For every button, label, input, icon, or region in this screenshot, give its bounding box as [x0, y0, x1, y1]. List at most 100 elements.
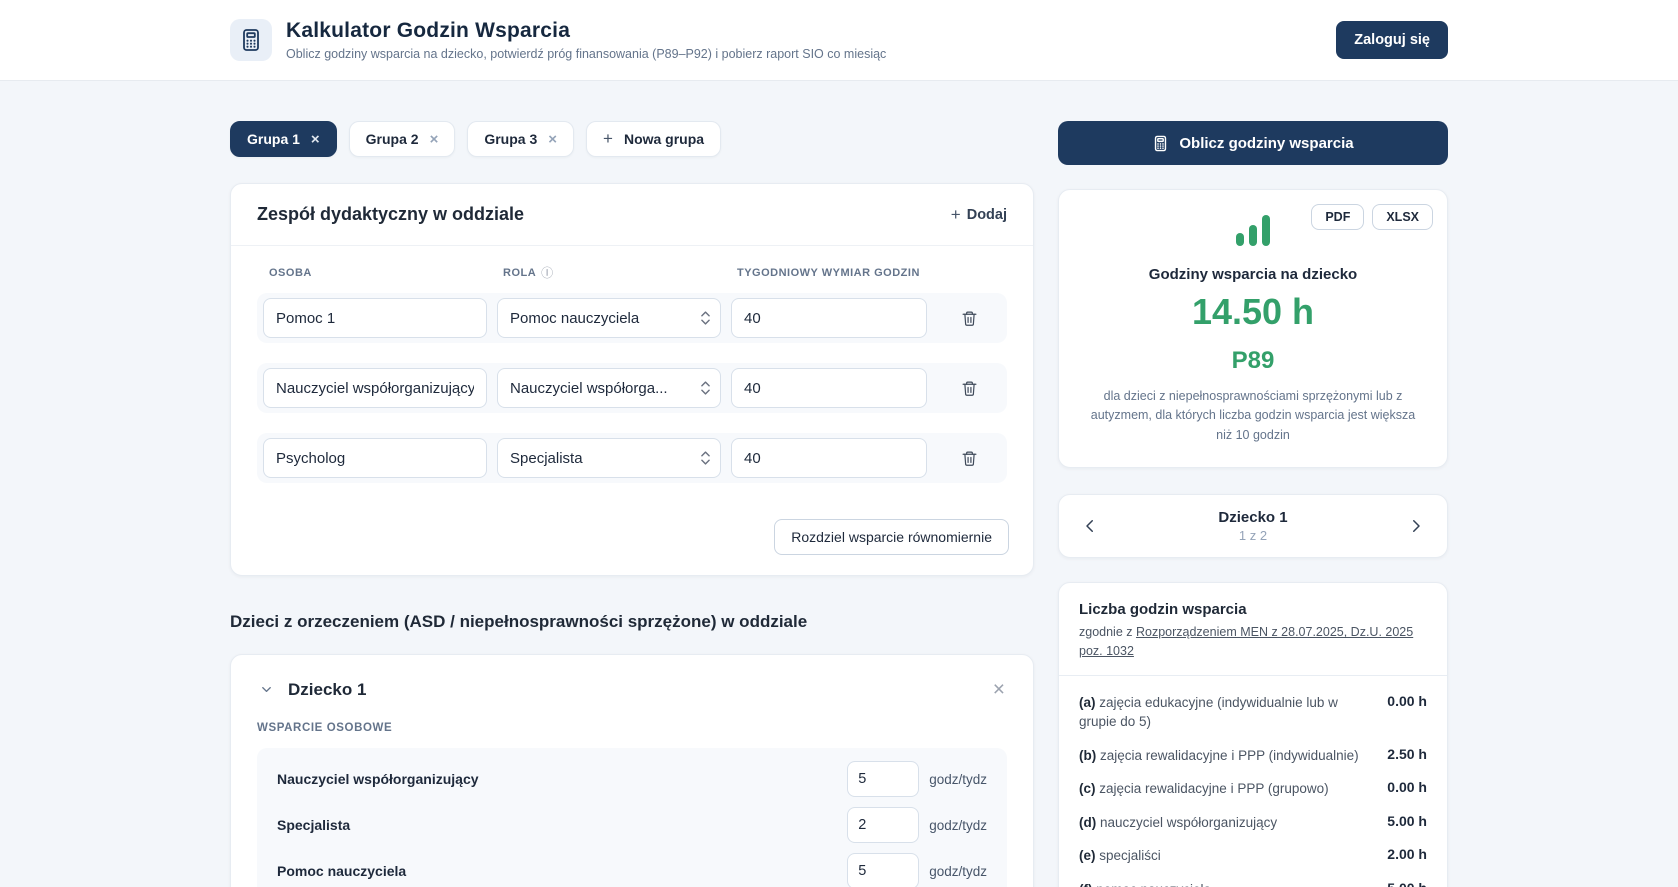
- item-label: zajęcia rewalidacyjne i PPP (indywidualn…: [1096, 748, 1358, 763]
- column-header-godziny: Tygodniowy wymiar godzin: [725, 267, 921, 279]
- weekly-hours-input[interactable]: [731, 368, 927, 408]
- tab-grupa-3[interactable]: Grupa 3 ×: [467, 121, 574, 157]
- threshold-description: dla dzieci z niepełnosprawnościami sprzę…: [1088, 387, 1418, 445]
- tab-grupa-1[interactable]: Grupa 1 ×: [230, 121, 337, 157]
- child-card-title: Dziecko 1: [288, 680, 366, 700]
- role-select[interactable]: Nauczyciel współorga...: [497, 368, 721, 408]
- tab-label: Grupa 3: [484, 131, 537, 147]
- hours-item: (e) specjaliści 2.00 h: [1079, 839, 1427, 873]
- hours-item: (b) zajęcia rewalidacyjne i PPP (indywid…: [1079, 739, 1427, 773]
- chevron-right-icon: [1407, 517, 1425, 535]
- result-card: PDF XLSX Godziny wsparcia na dziecko 14.…: [1058, 189, 1448, 468]
- close-icon[interactable]: ×: [430, 132, 439, 147]
- item-value: 2.50 h: [1387, 746, 1427, 762]
- weekly-hours-input[interactable]: [731, 438, 927, 478]
- child-card: Dziecko 1 × Wsparcie osobowe Nauczyciel …: [230, 654, 1034, 887]
- weekly-hours-input[interactable]: [731, 298, 927, 338]
- item-key: (e): [1079, 848, 1096, 863]
- unit-label: godz/tydz: [929, 772, 987, 787]
- role-select[interactable]: Specjalista: [497, 438, 721, 478]
- item-label: zajęcia rewalidacyjne i PPP (grupowo): [1096, 781, 1329, 796]
- person-name-input[interactable]: [263, 298, 487, 338]
- child-carousel: Dziecko 1 1 z 2: [1058, 494, 1448, 558]
- item-key: (a): [1079, 695, 1096, 710]
- chevron-up-down-icon: [700, 309, 711, 327]
- tab-label: Grupa 2: [366, 131, 419, 147]
- column-label: Rola: [503, 267, 536, 279]
- close-icon[interactable]: ×: [311, 132, 320, 147]
- close-icon[interactable]: ×: [548, 132, 557, 147]
- item-key: (f): [1079, 882, 1093, 887]
- item-key: (b): [1079, 748, 1096, 763]
- info-icon[interactable]: ⓘ: [541, 264, 554, 281]
- team-card-title: Zespół dydaktyczny w oddziale: [257, 204, 524, 225]
- personal-support-label: Wsparcie osobowe: [257, 722, 1007, 734]
- support-hours-input[interactable]: [847, 761, 919, 797]
- distribute-evenly-button[interactable]: Rozdziel wsparcie równomiernie: [774, 519, 1009, 555]
- delete-row-button[interactable]: [957, 445, 982, 472]
- item-label: zajęcia edukacyjne (indywidualnie lub w …: [1079, 695, 1338, 730]
- prev-child-button[interactable]: [1077, 513, 1103, 539]
- hours-list: (a) zajęcia edukacyjne (indywidualnie lu…: [1059, 676, 1447, 887]
- delete-row-button[interactable]: [957, 375, 982, 402]
- calculator-icon: [230, 19, 272, 61]
- next-child-button[interactable]: [1403, 513, 1429, 539]
- app-header: Kalkulator Godzin Wsparcia Oblicz godzin…: [0, 0, 1678, 81]
- support-row: Pomoc nauczyciela godz/tydz: [277, 848, 987, 887]
- subtitle-prefix: zgodnie z: [1079, 625, 1136, 639]
- role-select-value: Nauczyciel współorga...: [510, 380, 668, 397]
- plus-icon: +: [603, 129, 613, 149]
- children-section-heading: Dzieci z orzeczeniem (ASD / niepełnospra…: [230, 612, 1034, 632]
- hours-breakdown-card: Liczba godzin wsparcia zgodnie z Rozporz…: [1058, 582, 1448, 887]
- calculator-icon: [1152, 135, 1169, 152]
- collapse-button[interactable]: [257, 680, 276, 699]
- support-row: Specjalista godz/tydz: [277, 802, 987, 848]
- xlsx-export-button[interactable]: XLSX: [1372, 204, 1433, 230]
- carousel-position: 1 z 2: [1218, 528, 1287, 543]
- item-value: 5.00 h: [1387, 813, 1427, 829]
- column-header-osoba: Osoba: [257, 267, 481, 279]
- brand-text: Kalkulator Godzin Wsparcia Oblicz godzin…: [286, 19, 886, 61]
- support-row-label: Specjalista: [277, 817, 350, 833]
- brand: Kalkulator Godzin Wsparcia Oblicz godzin…: [230, 19, 886, 61]
- item-value: 2.00 h: [1387, 846, 1427, 862]
- new-group-label: Nowa grupa: [624, 131, 704, 147]
- calculate-button[interactable]: Oblicz godziny wsparcia: [1058, 121, 1448, 165]
- support-hours-input[interactable]: [847, 853, 919, 887]
- item-value: 5.00 h: [1387, 880, 1427, 887]
- login-button[interactable]: Zaloguj się: [1336, 21, 1448, 59]
- calculate-label: Oblicz godziny wsparcia: [1179, 135, 1353, 152]
- chevron-up-down-icon: [700, 379, 711, 397]
- right-column: Oblicz godziny wsparcia PDF XLSX Godziny…: [1058, 121, 1448, 887]
- person-name-input[interactable]: [263, 368, 487, 408]
- new-group-button[interactable]: + Nowa grupa: [586, 121, 721, 157]
- hours-item: (d) nauczyciel współorganizujący 5.00 h: [1079, 806, 1427, 840]
- person-name-input[interactable]: [263, 438, 487, 478]
- close-icon[interactable]: ×: [991, 677, 1007, 702]
- item-label: nauczyciel współorganizujący: [1096, 815, 1277, 830]
- chevron-left-icon: [1081, 517, 1099, 535]
- delete-row-button[interactable]: [957, 305, 982, 332]
- page-title: Kalkulator Godzin Wsparcia: [286, 19, 886, 43]
- support-row-label: Pomoc nauczyciela: [277, 863, 406, 879]
- tab-grupa-2[interactable]: Grupa 2 ×: [349, 121, 456, 157]
- support-hours-input[interactable]: [847, 807, 919, 843]
- hours-item: (f) pomoc nauczyciela 5.00 h: [1079, 873, 1427, 887]
- support-row-label: Nauczyciel współorganizujący: [277, 771, 479, 787]
- plus-icon: +: [951, 205, 961, 225]
- role-select[interactable]: Pomoc nauczyciela: [497, 298, 721, 338]
- page-subtitle: Oblicz godziny wsparcia na dziecko, potw…: [286, 47, 886, 61]
- add-person-button[interactable]: + Dodaj: [951, 205, 1007, 225]
- team-card: Zespół dydaktyczny w oddziale + Dodaj Os…: [230, 183, 1034, 576]
- unit-label: godz/tydz: [929, 864, 987, 879]
- hours-card-subtitle: zgodnie z Rozporządzeniem MEN z 28.07.20…: [1079, 623, 1427, 661]
- hours-item: (c) zajęcia rewalidacyjne i PPP (grupowo…: [1079, 772, 1427, 806]
- tab-label: Grupa 1: [247, 131, 300, 147]
- support-row: Nauczyciel współorganizujący godz/tydz: [277, 756, 987, 802]
- pdf-export-button[interactable]: PDF: [1311, 204, 1364, 230]
- item-label: pomoc nauczyciela: [1093, 882, 1212, 887]
- item-value: 0.00 h: [1387, 779, 1427, 795]
- trash-icon: [961, 379, 978, 398]
- role-select-value: Specjalista: [510, 450, 583, 467]
- role-select-value: Pomoc nauczyciela: [510, 310, 639, 327]
